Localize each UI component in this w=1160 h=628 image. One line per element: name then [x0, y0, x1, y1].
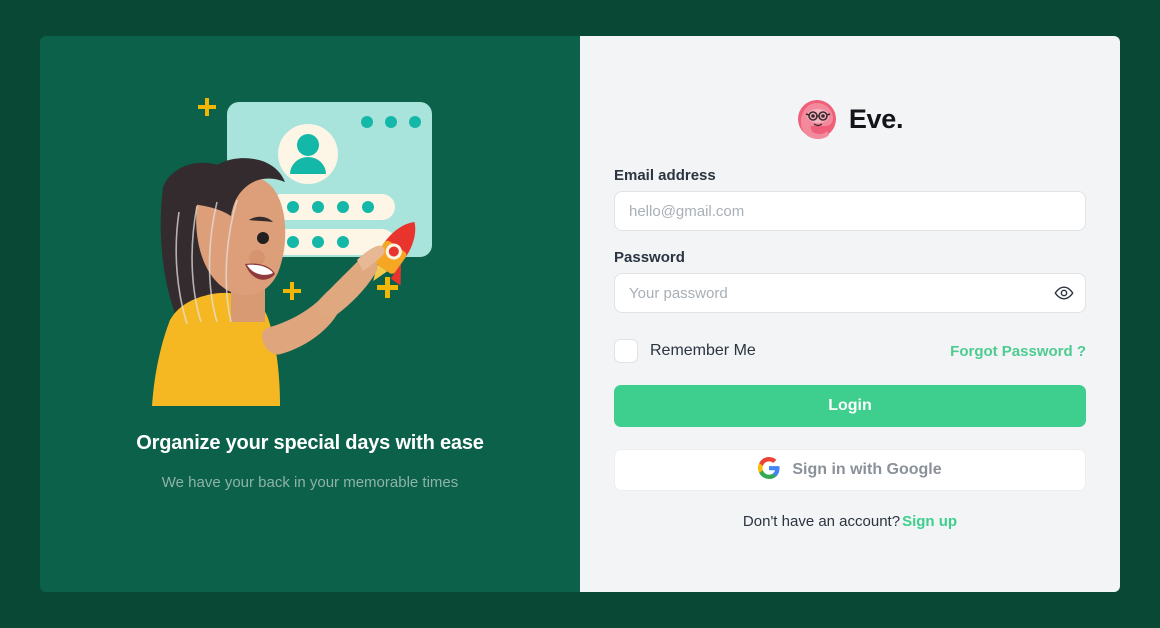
remember-me-checkbox[interactable] — [614, 339, 638, 363]
password-field-group: Password — [614, 249, 1086, 313]
email-field-group: Email address — [614, 167, 1086, 231]
password-input[interactable] — [614, 273, 1086, 313]
page-tagline: Organize your special days with ease — [136, 432, 484, 454]
login-form-panel: Eve. Email address Password — [580, 36, 1120, 592]
login-button[interactable]: Login — [614, 385, 1086, 427]
eye-icon[interactable] — [1054, 283, 1074, 303]
google-signin-label: Sign in with Google — [792, 461, 942, 478]
password-label: Password — [614, 249, 685, 266]
password-input-shell — [614, 273, 1086, 313]
signup-prompt-text: Don't have an account? — [742, 513, 901, 530]
eve-mascot-icon — [797, 99, 837, 139]
signup-prompt-row: Don't have an account? Sign up — [614, 513, 1086, 530]
email-label: Email address — [614, 167, 716, 184]
brand: Eve. — [614, 99, 1086, 139]
remember-me-label: Remember Me — [650, 342, 756, 359]
brand-name: Eve. — [848, 103, 904, 134]
google-g-icon — [758, 456, 780, 484]
page-subtagline: We have your back in your memorable time… — [161, 474, 459, 491]
google-signin-button[interactable]: Sign in with Google — [614, 449, 1086, 491]
signup-link[interactable]: Sign up — [902, 513, 957, 530]
woman-login-illustration — [145, 92, 475, 414]
email-input-shell — [614, 191, 1086, 231]
form-options-row: Remember Me Forgot Password ? — [614, 339, 1086, 363]
auth-card: Organize your special days with ease We … — [40, 36, 1120, 592]
illustration-panel: Organize your special days with ease We … — [40, 36, 580, 592]
login-page: Organize your special days with ease We … — [0, 0, 1160, 628]
email-input[interactable] — [614, 191, 1086, 231]
remember-me-control[interactable]: Remember Me — [614, 339, 756, 363]
forgot-password-link[interactable]: Forgot Password ? — [950, 343, 1086, 360]
